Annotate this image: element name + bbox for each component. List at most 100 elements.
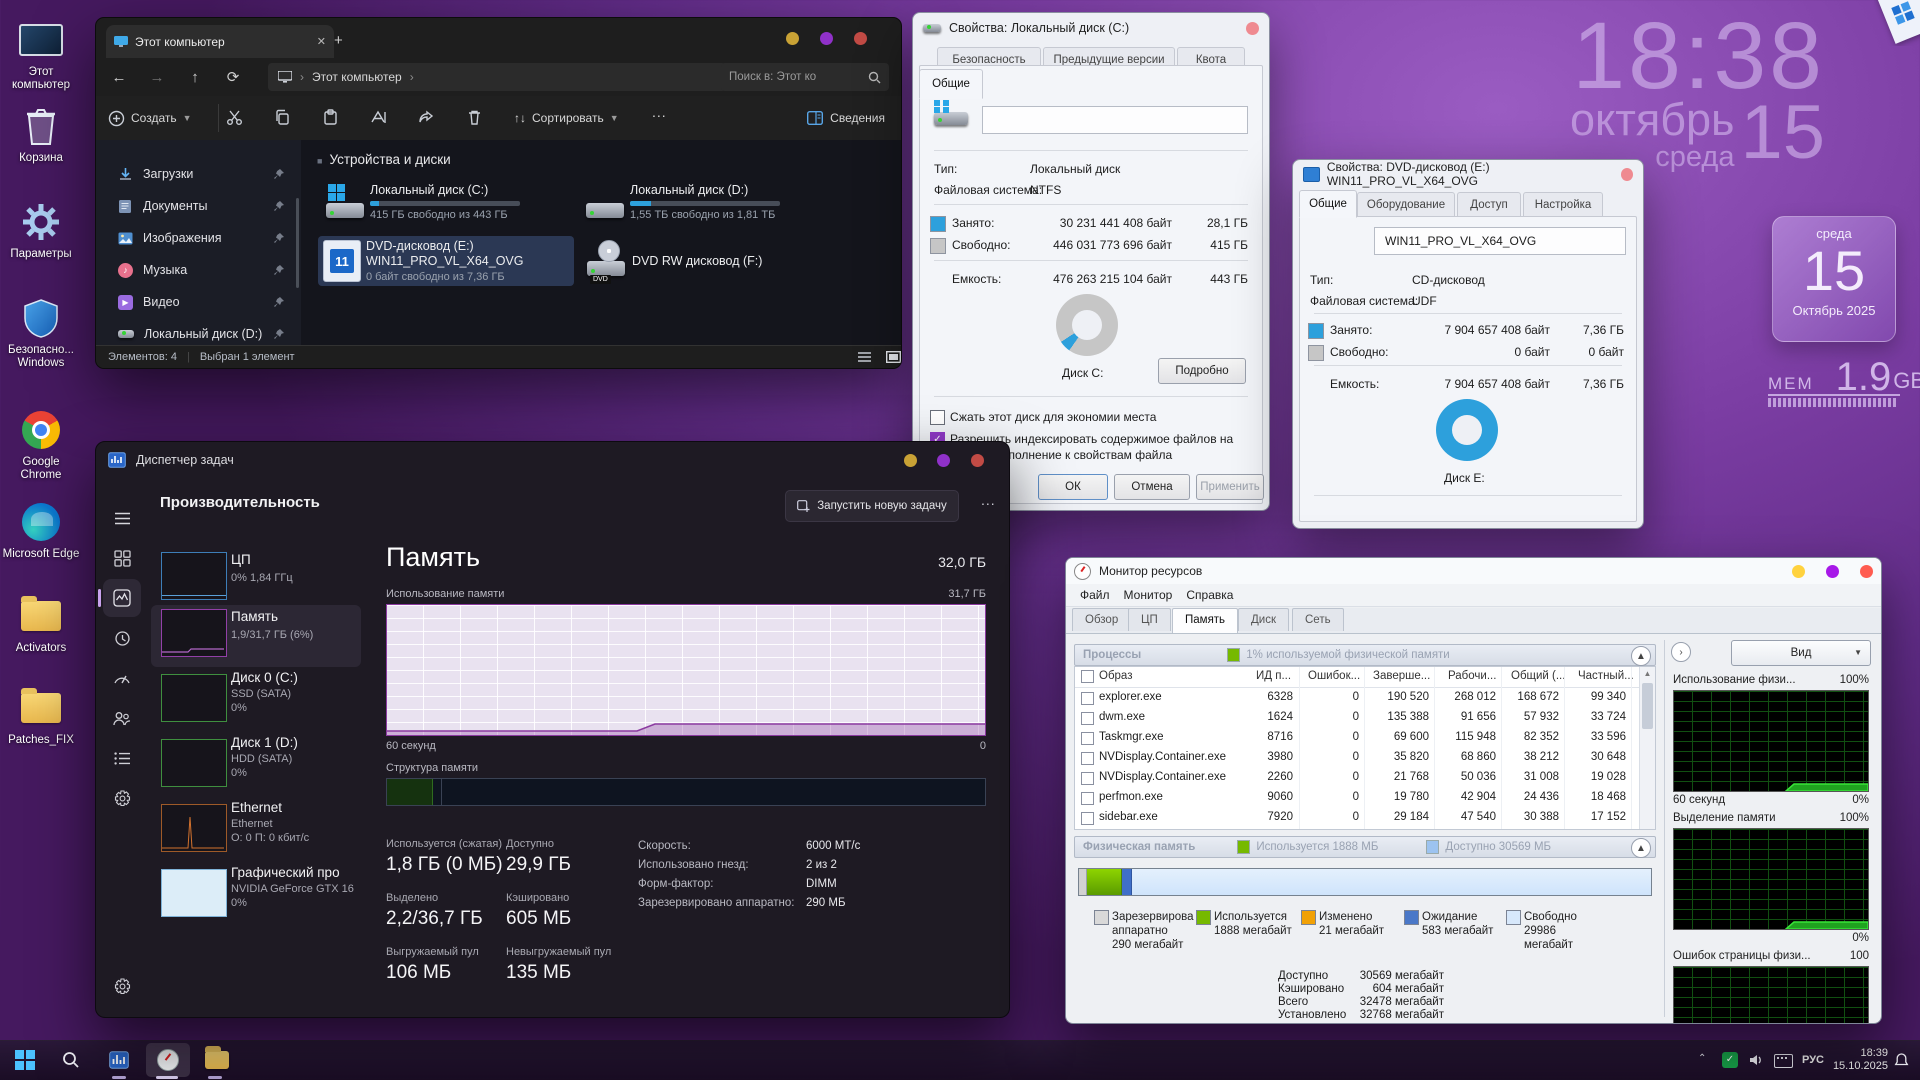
share-icon[interactable] [418, 109, 435, 126]
create-button[interactable]: Создать ▼ [108, 106, 192, 130]
table-row[interactable]: sidebar.exe 7920 0 29 184 47 540 30 388 … [1075, 808, 1635, 828]
desktop-icon-recycle-bin[interactable]: Корзина [2, 104, 80, 165]
sidebar-item-downloads[interactable]: Загрузки [104, 160, 293, 188]
sidebar-item-music[interactable]: ♪ Музыка [104, 256, 293, 284]
table-row[interactable]: explorer.exe 6328 0 190 520 268 012 168 … [1075, 688, 1635, 708]
start-button[interactable] [6, 1043, 44, 1077]
tray-keyboard-icon[interactable] [1774, 1054, 1793, 1068]
minimize-button[interactable] [786, 32, 799, 45]
tm-processes-icon[interactable] [106, 542, 138, 574]
desktop-icon-edge[interactable]: Microsoft Edge [2, 500, 80, 561]
menu-file[interactable]: Файл [1080, 588, 1110, 602]
new-tab-button[interactable]: + [334, 32, 343, 49]
tm-item-disk0[interactable]: Диск 0 (C:) SSD (SATA) 0% [148, 670, 363, 732]
refresh-icon[interactable]: ⟳ [222, 67, 244, 89]
drive-tile-e-selected[interactable]: 11 DVD-дисковод (E:) WIN11_PRO_VL_X64_OV… [318, 236, 574, 286]
tray-language[interactable]: РУС [1802, 1054, 1824, 1067]
close-button[interactable] [1860, 565, 1873, 578]
up-icon[interactable]: ↑ [184, 67, 206, 89]
tab-overview[interactable]: Обзор [1072, 608, 1131, 631]
maximize-button[interactable] [1826, 565, 1839, 578]
close-button[interactable] [1621, 168, 1633, 181]
tm-item-cpu[interactable]: ЦП 0% 1,84 ГГц [148, 548, 363, 610]
tab-close-icon[interactable]: ✕ [317, 35, 326, 48]
tm-item-ethernet[interactable]: Ethernet Ethernet О: 0 П: 0 кбит/с [148, 800, 363, 862]
header-checkbox[interactable] [1081, 670, 1094, 683]
table-row[interactable]: Taskmgr.exe 8716 0 69 600 115 948 82 352… [1075, 728, 1635, 748]
cut-icon[interactable] [226, 109, 243, 126]
tray-clock[interactable]: 18:39 15.10.2025 [1832, 1047, 1888, 1073]
table-row[interactable]: perfmon.exe 9060 0 19 780 42 904 24 436 … [1075, 788, 1635, 808]
rm-title-bar[interactable]: Монитор ресурсов [1066, 558, 1881, 584]
menu-monitor[interactable]: Монитор [1124, 588, 1173, 602]
tm-item-gpu[interactable]: Графический про NVIDIA GeForce GTX 16 0% [148, 865, 363, 927]
sidebar-item-documents[interactable]: Документы [104, 192, 293, 220]
taskbar-resource-monitor-active[interactable] [146, 1043, 190, 1077]
close-button[interactable] [1246, 22, 1259, 35]
group-header[interactable]: ■Устройства и диски [317, 152, 451, 167]
tab-cpu[interactable]: ЦП [1128, 608, 1171, 631]
view-dropdown[interactable]: Вид ▼ [1731, 640, 1871, 666]
rm-physical-memory-header[interactable]: Физическая память Используется 1888 МБ Д… [1074, 836, 1656, 858]
tm-startup-icon[interactable] [106, 662, 138, 694]
rename-icon[interactable] [370, 109, 387, 126]
row-checkbox[interactable] [1081, 732, 1094, 745]
row-checkbox[interactable] [1081, 692, 1094, 705]
tm-details-icon[interactable] [106, 742, 138, 774]
desktop-icon-chrome[interactable]: Google Chrome [2, 408, 80, 482]
tray-volume-icon[interactable] [1748, 1052, 1764, 1068]
tm-settings-gear-icon[interactable] [106, 970, 138, 1002]
maximize-button[interactable] [937, 454, 950, 467]
tab-memory-active[interactable]: Память [1172, 608, 1238, 633]
tm-item-memory-selected[interactable]: Память 1,9/31,7 ГБ (6%) [151, 605, 361, 667]
tm-menu-icon[interactable] [106, 502, 138, 534]
back-icon[interactable]: ← [108, 67, 130, 89]
row-checkbox[interactable] [1081, 812, 1094, 825]
row-checkbox[interactable] [1081, 772, 1094, 785]
compress-checkbox[interactable] [930, 410, 945, 425]
tab-general[interactable]: Общие [1299, 190, 1357, 218]
collapse-chevron-icon[interactable]: ▲ [1631, 838, 1651, 858]
rm-processes-header[interactable]: Процессы 1% используемой физической памя… [1074, 644, 1656, 666]
tab-sharing[interactable]: Доступ [1457, 192, 1521, 218]
tm-title-bar[interactable]: Диспетчер задач [96, 442, 1009, 478]
sidebar-item-videos[interactable]: ▶ Видео [104, 288, 293, 316]
details-button[interactable]: Подробно [1158, 358, 1246, 384]
tab-disk[interactable]: Диск [1238, 608, 1289, 631]
list-view-icon[interactable] [857, 351, 872, 363]
delete-icon[interactable] [466, 109, 483, 126]
tray-antivirus-icon[interactable]: ✓ [1722, 1052, 1738, 1068]
menu-help[interactable]: Справка [1186, 588, 1233, 602]
volume-name-field[interactable]: WIN11_PRO_VL_X64_OVG [1374, 227, 1626, 255]
desktop-icon-windows-security[interactable]: Безопасно... Windows [2, 296, 80, 370]
close-button[interactable] [971, 454, 984, 467]
collapse-chevron-icon[interactable]: ▲ [1631, 646, 1651, 666]
desktop-icon-activators[interactable]: Activators [2, 594, 80, 655]
taskbar-search-button[interactable] [52, 1043, 90, 1077]
drive-tile-c[interactable]: Локальный диск (C:) 415 ГБ свободно из 4… [324, 176, 564, 228]
tab-general[interactable]: Общие [919, 69, 983, 99]
tray-notifications-icon[interactable] [1894, 1052, 1909, 1068]
explorer-tab[interactable]: Этот компьютер ✕ [106, 25, 334, 58]
address-bar[interactable]: › Этот компьютер › [268, 63, 726, 91]
minimize-button[interactable] [904, 454, 917, 467]
minimize-button[interactable] [1792, 565, 1805, 578]
volume-label-input[interactable] [982, 106, 1248, 134]
row-checkbox[interactable] [1081, 712, 1094, 725]
desktop-icon-settings[interactable]: Параметры [2, 200, 80, 261]
table-row[interactable]: NVDisplay.Container.exe 3980 0 35 820 68… [1075, 748, 1635, 768]
row-checkbox[interactable] [1081, 792, 1094, 805]
table-scrollbar[interactable]: ▲ [1639, 667, 1655, 829]
drive-tile-d[interactable]: Локальный диск (D:) 1,55 ТБ свободно из … [584, 176, 824, 228]
desktop-icon-this-pc[interactable]: Этот компьютер [2, 18, 80, 92]
tm-item-disk1[interactable]: Диск 1 (D:) HDD (SATA) 0% [148, 735, 363, 797]
paste-icon[interactable] [322, 109, 339, 126]
copy-icon[interactable] [274, 109, 291, 126]
more-button[interactable]: ... [652, 104, 667, 120]
tm-history-icon[interactable] [106, 622, 138, 654]
tab-network[interactable]: Сеть [1292, 608, 1344, 631]
dialog-title-bar[interactable]: Свойства: DVD-дисковод (E:) WIN11_PRO_VL… [1293, 160, 1643, 188]
drive-tile-f[interactable]: DVD DVD RW дисковод (F:) [584, 236, 794, 286]
tab-customize[interactable]: Настройка [1523, 192, 1603, 218]
table-row[interactable]: NVDisplay.Container.exe 2260 0 21 768 50… [1075, 768, 1635, 788]
